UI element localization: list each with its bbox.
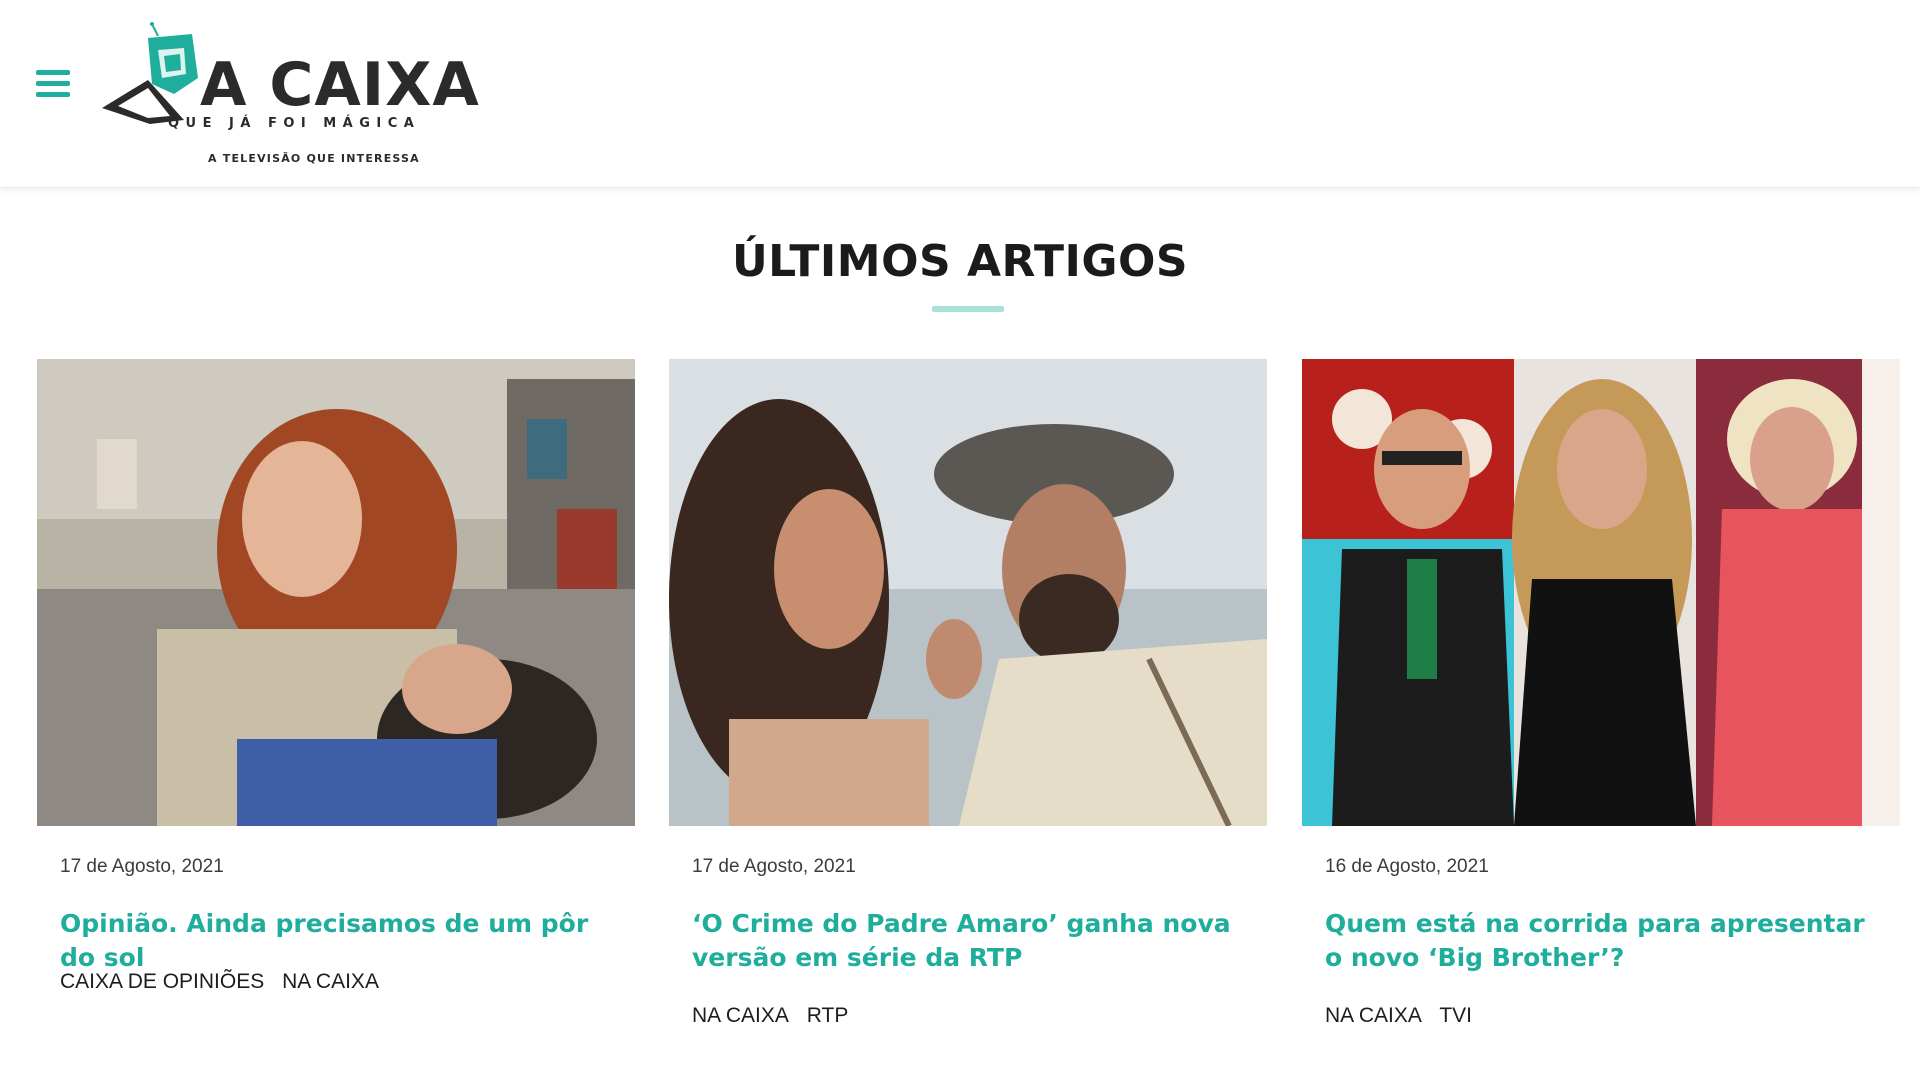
logo-wordmark: A CAIXA [200,50,480,120]
article-card: 17 de Agosto, 2021 ‘O Crime do Padre Ama… [669,359,1267,1049]
article-title-link[interactable]: Quem está na corrida para apresentar o n… [1325,907,1865,975]
article-tags: NA CAIXA TVI [1325,1004,1484,1028]
article-date: 16 de Agosto, 2021 [1325,856,1489,877]
article-thumbnail[interactable] [669,359,1267,826]
article-card: 17 de Agosto, 2021 Opinião. Ainda precis… [37,359,635,1049]
title-underline [932,306,1004,312]
tag-link[interactable]: CAIXA DE OPINIÕES [60,970,264,993]
tag-link[interactable]: NA CAIXA [692,1004,789,1027]
section-title: ÚLTIMOS ARTIGOS [731,236,1189,287]
site-logo[interactable]: A CAIXA QUE JÁ FOI MÁGICA A TELEVISÃO QU… [100,20,479,170]
article-thumbnail[interactable] [37,359,635,826]
tag-link[interactable]: NA CAIXA [282,970,379,993]
article-tags: CAIXA DE OPINIÕES NA CAIXA [60,970,391,994]
article-title-link[interactable]: ‘O Crime do Padre Amaro’ ganha nova vers… [692,907,1232,975]
article-card: 16 de Agosto, 2021 Quem está na corrida … [1302,359,1900,1049]
tag-link[interactable]: RTP [807,1004,849,1027]
article-date: 17 de Agosto, 2021 [60,856,224,877]
logo-tagline: A TELEVISÃO QUE INTERESSA [208,152,420,165]
logo-subtitle: QUE JÁ FOI MÁGICA [168,116,421,131]
article-date: 17 de Agosto, 2021 [692,856,856,877]
site-header: A CAIXA QUE JÁ FOI MÁGICA A TELEVISÃO QU… [0,0,1920,188]
tag-link[interactable]: NA CAIXA [1325,1004,1422,1027]
article-tags: NA CAIXA RTP [692,1004,860,1028]
tag-link[interactable]: TVI [1439,1004,1472,1027]
article-thumbnail[interactable] [1302,359,1900,826]
article-title-link[interactable]: Opinião. Ainda precisamos de um pôr do s… [60,907,600,975]
hamburger-menu-icon[interactable] [36,70,70,100]
